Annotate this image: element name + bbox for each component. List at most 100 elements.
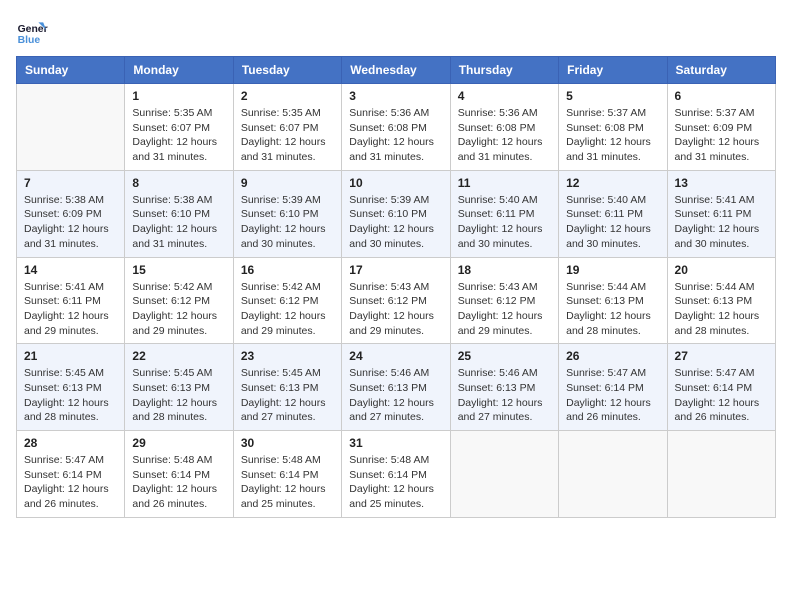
calendar-cell: 28 Sunrise: 5:47 AMSunset: 6:14 PMDayligh…	[17, 431, 125, 518]
calendar-cell: 25 Sunrise: 5:46 AMSunset: 6:13 PMDayligh…	[450, 344, 558, 431]
day-header-sunday: Sunday	[17, 57, 125, 84]
day-info: Sunrise: 5:44 AMSunset: 6:13 PMDaylight:…	[566, 280, 659, 339]
calendar-week-5: 28 Sunrise: 5:47 AMSunset: 6:14 PMDayligh…	[17, 431, 776, 518]
calendar-header-row: SundayMondayTuesdayWednesdayThursdayFrid…	[17, 57, 776, 84]
logo-icon: General Blue	[16, 16, 48, 48]
day-info: Sunrise: 5:48 AMSunset: 6:14 PMDaylight:…	[241, 453, 334, 512]
day-number: 31	[349, 436, 442, 450]
calendar-cell: 22 Sunrise: 5:45 AMSunset: 6:13 PMDayligh…	[125, 344, 233, 431]
day-info: Sunrise: 5:44 AMSunset: 6:13 PMDaylight:…	[675, 280, 768, 339]
day-number: 6	[675, 89, 768, 103]
day-info: Sunrise: 5:43 AMSunset: 6:12 PMDaylight:…	[349, 280, 442, 339]
day-number: 1	[132, 89, 225, 103]
day-number: 10	[349, 176, 442, 190]
calendar-cell: 23 Sunrise: 5:45 AMSunset: 6:13 PMDayligh…	[233, 344, 341, 431]
day-number: 27	[675, 349, 768, 363]
calendar-week-4: 21 Sunrise: 5:45 AMSunset: 6:13 PMDayligh…	[17, 344, 776, 431]
calendar-cell: 16 Sunrise: 5:42 AMSunset: 6:12 PMDayligh…	[233, 257, 341, 344]
day-number: 28	[24, 436, 117, 450]
day-info: Sunrise: 5:46 AMSunset: 6:13 PMDaylight:…	[458, 366, 551, 425]
calendar-cell: 27 Sunrise: 5:47 AMSunset: 6:14 PMDayligh…	[667, 344, 775, 431]
day-info: Sunrise: 5:37 AMSunset: 6:08 PMDaylight:…	[566, 106, 659, 165]
day-number: 14	[24, 263, 117, 277]
day-header-tuesday: Tuesday	[233, 57, 341, 84]
calendar-week-2: 7 Sunrise: 5:38 AMSunset: 6:09 PMDaylight…	[17, 170, 776, 257]
day-info: Sunrise: 5:42 AMSunset: 6:12 PMDaylight:…	[241, 280, 334, 339]
day-info: Sunrise: 5:45 AMSunset: 6:13 PMDaylight:…	[24, 366, 117, 425]
calendar-cell: 8 Sunrise: 5:38 AMSunset: 6:10 PMDaylight…	[125, 170, 233, 257]
day-number: 17	[349, 263, 442, 277]
day-number: 4	[458, 89, 551, 103]
calendar-cell: 30 Sunrise: 5:48 AMSunset: 6:14 PMDayligh…	[233, 431, 341, 518]
day-info: Sunrise: 5:45 AMSunset: 6:13 PMDaylight:…	[132, 366, 225, 425]
day-number: 5	[566, 89, 659, 103]
calendar-cell: 26Sunrise: 5:47 AMSunset: 6:14 PMDayligh…	[559, 344, 667, 431]
day-number: 3	[349, 89, 442, 103]
day-number: 25	[458, 349, 551, 363]
calendar-cell	[559, 431, 667, 518]
day-number: 15	[132, 263, 225, 277]
day-number: 19	[566, 263, 659, 277]
day-number: 29	[132, 436, 225, 450]
calendar-cell: 1 Sunrise: 5:35 AMSunset: 6:07 PMDaylight…	[125, 84, 233, 171]
day-info: Sunrise: 5:43 AMSunset: 6:12 PMDaylight:…	[458, 280, 551, 339]
day-info: Sunrise: 5:38 AMSunset: 6:10 PMDaylight:…	[132, 193, 225, 252]
day-header-monday: Monday	[125, 57, 233, 84]
day-info: Sunrise: 5:48 AMSunset: 6:14 PMDaylight:…	[349, 453, 442, 512]
day-info: Sunrise: 5:35 AMSunset: 6:07 PMDaylight:…	[132, 106, 225, 165]
day-number: 20	[675, 263, 768, 277]
calendar-cell: 9Sunrise: 5:39 AMSunset: 6:10 PMDaylight…	[233, 170, 341, 257]
calendar-cell	[450, 431, 558, 518]
day-info: Sunrise: 5:35 AMSunset: 6:07 PMDaylight:…	[241, 106, 334, 165]
day-number: 13	[675, 176, 768, 190]
day-info: Sunrise: 5:47 AMSunset: 6:14 PMDaylight:…	[24, 453, 117, 512]
calendar-table: SundayMondayTuesdayWednesdayThursdayFrid…	[16, 56, 776, 518]
day-number: 23	[241, 349, 334, 363]
day-info: Sunrise: 5:42 AMSunset: 6:12 PMDaylight:…	[132, 280, 225, 339]
day-number: 2	[241, 89, 334, 103]
calendar-cell: 14 Sunrise: 5:41 AMSunset: 6:11 PMDayligh…	[17, 257, 125, 344]
calendar-week-1: 1 Sunrise: 5:35 AMSunset: 6:07 PMDaylight…	[17, 84, 776, 171]
calendar-cell: 24Sunrise: 5:46 AMSunset: 6:13 PMDayligh…	[342, 344, 450, 431]
calendar-cell: 10 Sunrise: 5:39 AMSunset: 6:10 PMDayligh…	[342, 170, 450, 257]
day-info: Sunrise: 5:47 AMSunset: 6:14 PMDaylight:…	[675, 366, 768, 425]
day-info: Sunrise: 5:36 AMSunset: 6:08 PMDaylight:…	[349, 106, 442, 165]
svg-text:Blue: Blue	[18, 35, 41, 46]
day-info: Sunrise: 5:40 AMSunset: 6:11 PMDaylight:…	[566, 193, 659, 252]
day-number: 21	[24, 349, 117, 363]
calendar-cell: 2 Sunrise: 5:35 AMSunset: 6:07 PMDaylight…	[233, 84, 341, 171]
day-info: Sunrise: 5:45 AMSunset: 6:13 PMDaylight:…	[241, 366, 334, 425]
calendar-cell: 20 Sunrise: 5:44 AMSunset: 6:13 PMDayligh…	[667, 257, 775, 344]
calendar-cell: 15 Sunrise: 5:42 AMSunset: 6:12 PMDayligh…	[125, 257, 233, 344]
calendar-cell: 12Sunrise: 5:40 AMSunset: 6:11 PMDayligh…	[559, 170, 667, 257]
day-number: 16	[241, 263, 334, 277]
calendar-cell: 29 Sunrise: 5:48 AMSunset: 6:14 PMDayligh…	[125, 431, 233, 518]
calendar-cell: 4 Sunrise: 5:36 AMSunset: 6:08 PMDaylight…	[450, 84, 558, 171]
day-info: Sunrise: 5:39 AMSunset: 6:10 PMDaylight:…	[241, 193, 334, 252]
calendar-cell: 19 Sunrise: 5:44 AMSunset: 6:13 PMDayligh…	[559, 257, 667, 344]
calendar-cell: 6 Sunrise: 5:37 AMSunset: 6:09 PMDaylight…	[667, 84, 775, 171]
page-header: General Blue	[16, 16, 776, 48]
day-number: 26	[566, 349, 659, 363]
day-info: Sunrise: 5:41 AMSunset: 6:11 PMDaylight:…	[24, 280, 117, 339]
day-number: 22	[132, 349, 225, 363]
calendar-week-3: 14 Sunrise: 5:41 AMSunset: 6:11 PMDayligh…	[17, 257, 776, 344]
day-number: 7	[24, 176, 117, 190]
day-info: Sunrise: 5:41 AMSunset: 6:11 PMDaylight:…	[675, 193, 768, 252]
calendar-cell: 21 Sunrise: 5:45 AMSunset: 6:13 PMDayligh…	[17, 344, 125, 431]
day-header-thursday: Thursday	[450, 57, 558, 84]
day-info: Sunrise: 5:39 AMSunset: 6:10 PMDaylight:…	[349, 193, 442, 252]
calendar-cell	[667, 431, 775, 518]
day-info: Sunrise: 5:48 AMSunset: 6:14 PMDaylight:…	[132, 453, 225, 512]
day-info: Sunrise: 5:36 AMSunset: 6:08 PMDaylight:…	[458, 106, 551, 165]
day-number: 8	[132, 176, 225, 190]
day-info: Sunrise: 5:40 AMSunset: 6:11 PMDaylight:…	[458, 193, 551, 252]
calendar-cell: 7 Sunrise: 5:38 AMSunset: 6:09 PMDaylight…	[17, 170, 125, 257]
day-number: 30	[241, 436, 334, 450]
day-info: Sunrise: 5:38 AMSunset: 6:09 PMDaylight:…	[24, 193, 117, 252]
day-info: Sunrise: 5:37 AMSunset: 6:09 PMDaylight:…	[675, 106, 768, 165]
calendar-cell: 5 Sunrise: 5:37 AMSunset: 6:08 PMDaylight…	[559, 84, 667, 171]
day-number: 24	[349, 349, 442, 363]
day-header-saturday: Saturday	[667, 57, 775, 84]
calendar-cell: 11Sunrise: 5:40 AMSunset: 6:11 PMDayligh…	[450, 170, 558, 257]
